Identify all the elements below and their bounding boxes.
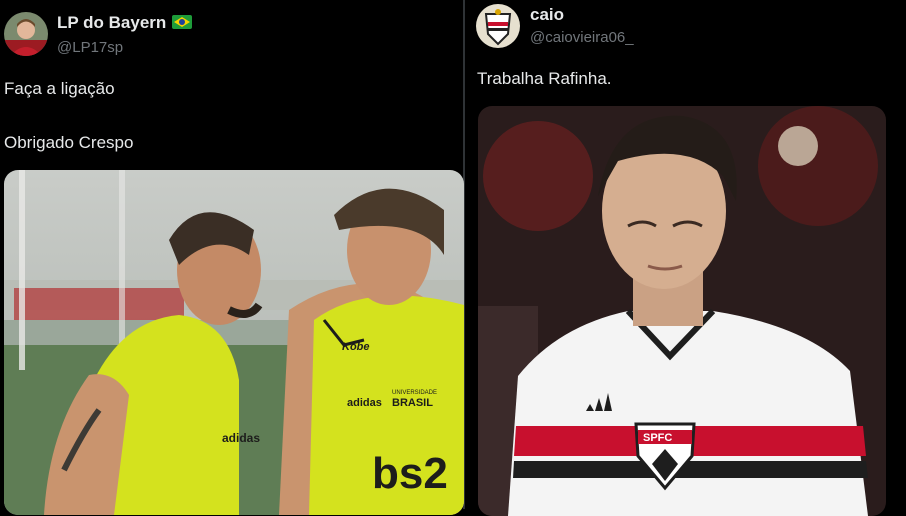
shirt-brand-right: adidas: [347, 397, 382, 409]
tweet-text-line-1: Faça a ligação: [4, 79, 115, 98]
avatar-image: [4, 12, 48, 56]
shirt-brand-left: adidas: [222, 431, 260, 445]
avatar-image: [476, 4, 520, 48]
crest-text: SPFC: [643, 432, 672, 444]
avatar-lp-do-bayern[interactable]: [4, 12, 48, 56]
tweet-media-spfc-photo[interactable]: SPFC: [478, 106, 886, 516]
brazil-flag-icon: [172, 15, 193, 29]
avatar-caio[interactable]: [476, 4, 520, 48]
tweet-text-line-2: Obrigado Crespo: [4, 133, 134, 152]
sponsor-text: bs2: [372, 449, 448, 498]
display-name-text[interactable]: LP do Bayern: [57, 13, 166, 32]
chest-logo: Kobe: [342, 341, 370, 353]
training-photo: adidas Kobe adidas UNIVERSIDADE BRASIL b…: [4, 170, 464, 515]
display-name[interactable]: LP do Bayern: [57, 13, 193, 33]
user-handle[interactable]: @caiovieira06_: [530, 29, 634, 46]
tweet-media-training-photo[interactable]: adidas Kobe adidas UNIVERSIDADE BRASIL b…: [4, 170, 464, 515]
user-handle[interactable]: @LP17sp: [57, 39, 123, 56]
badge-main-text: BRASIL: [392, 397, 433, 409]
tweet-text: Trabalha Rafinha.: [477, 69, 612, 88]
display-name[interactable]: caio: [530, 5, 564, 25]
badge-top-text: UNIVERSIDADE: [392, 390, 437, 396]
spfc-photo: SPFC: [478, 106, 886, 516]
